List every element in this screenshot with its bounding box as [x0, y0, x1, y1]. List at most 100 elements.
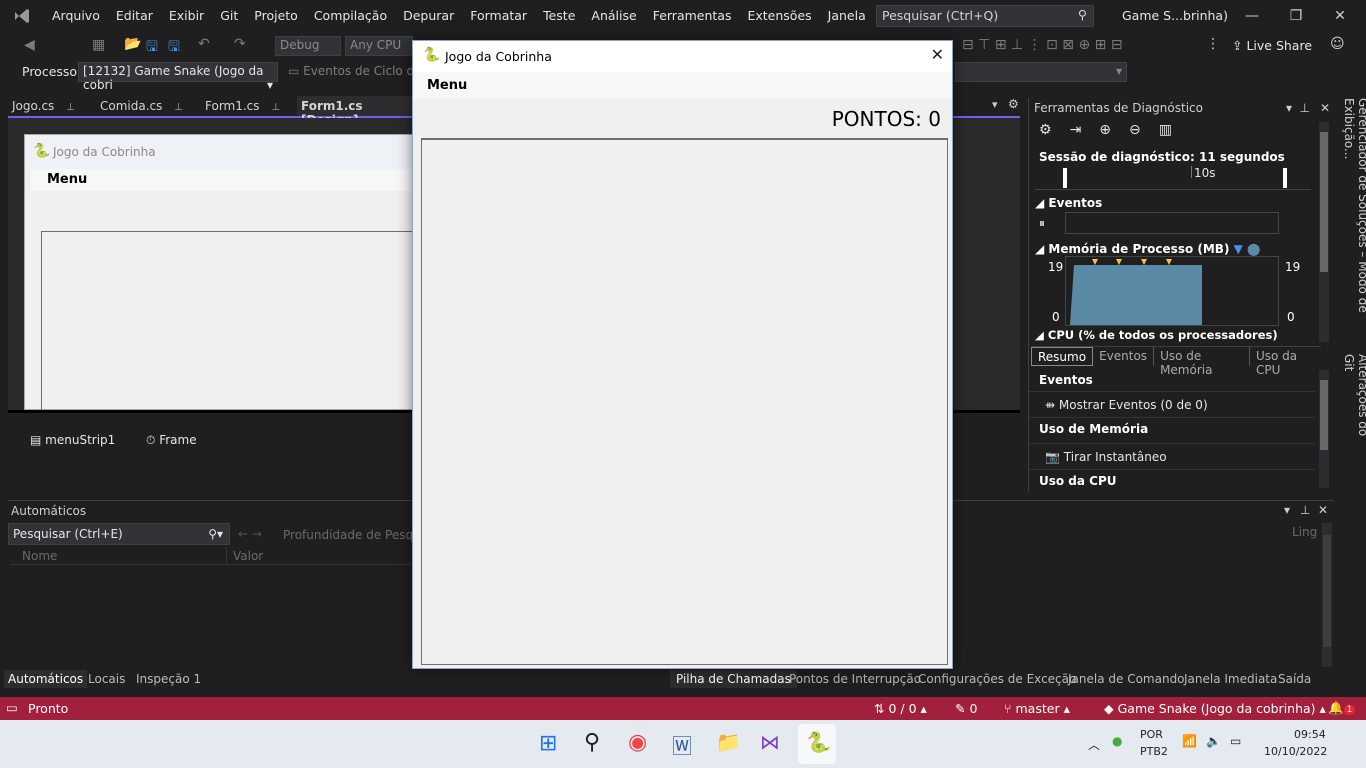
column-nome[interactable]: Nome: [22, 549, 57, 563]
visual-studio-icon[interactable]: ⋈: [760, 730, 780, 754]
menu-exibir[interactable]: Exibir: [161, 0, 212, 32]
timeline-start-handle[interactable]: [1063, 168, 1067, 188]
wifi-icon[interactable]: 📶: [1182, 734, 1197, 748]
game-close-button[interactable]: ✕: [931, 45, 944, 64]
tab-pontos-interrupcao[interactable]: Pontos de Interrupção: [789, 672, 921, 686]
menu-editar[interactable]: Editar: [108, 0, 161, 32]
menustrip-component[interactable]: ▤ menuStrip1: [30, 433, 115, 447]
zoom-in-icon[interactable]: ⊕: [1099, 122, 1129, 138]
tab-automaticos[interactable]: Automáticos: [4, 670, 88, 688]
game-titlebar[interactable]: 🐍 Jogo da Cobrinha ✕: [413, 41, 952, 72]
menu-compilacao[interactable]: Compilação: [306, 0, 395, 32]
timeline-end-handle[interactable]: [1283, 168, 1287, 188]
branch-button[interactable]: ⑂ master ▴: [1004, 701, 1070, 716]
pin-icon[interactable]: ⊥: [1300, 503, 1310, 517]
diag-scrollbar[interactable]: [1319, 122, 1329, 342]
file-explorer-icon[interactable]: 📁: [716, 730, 741, 754]
lifecycle-events-button[interactable]: ▭ Eventos de Ciclo de: [288, 64, 422, 78]
feedback-icon[interactable]: ☺: [1330, 36, 1345, 52]
word-icon[interactable]: 🅆: [672, 730, 692, 759]
tab-comida-cs[interactable]: Comida.cs ⊥: [96, 96, 200, 116]
solution-platform-select[interactable]: Any CPU: [345, 36, 413, 56]
chrome-icon[interactable]: ◉: [628, 730, 647, 755]
tab-config-excecao[interactable]: Configurações de Exceção: [918, 672, 1076, 686]
menu-formatar[interactable]: Formatar: [462, 0, 535, 32]
tab-janela-imediata[interactable]: Janela Imediata: [1184, 672, 1277, 686]
solution-explorer-side-tab[interactable]: Gerenciador de Soluções – Modo de Exibiç…: [1342, 98, 1366, 344]
chevron-down-icon[interactable]: ▾: [1284, 503, 1290, 517]
maximize-button[interactable]: ❐: [1276, 4, 1316, 28]
menu-teste[interactable]: Teste: [535, 0, 583, 32]
menu-depurar[interactable]: Depurar: [395, 0, 462, 32]
pending-edits-button[interactable]: ✎ 0: [955, 701, 977, 716]
thread-select[interactable]: ▾: [955, 62, 1127, 82]
designer-game-panel[interactable]: [41, 231, 425, 411]
tab-janela-comando[interactable]: Janela de Comando: [1068, 672, 1185, 686]
designer-menustrip[interactable]: Menu: [31, 169, 423, 191]
diag-scroll-thumb[interactable]: [1320, 132, 1328, 272]
solution-name[interactable]: Game S...brinha): [1122, 8, 1228, 23]
menu-analise[interactable]: Análise: [583, 0, 644, 32]
export-icon[interactable]: ⇥: [1070, 122, 1100, 138]
settings-gear-icon[interactable]: ⚙: [1008, 97, 1019, 111]
menu-ferramentas[interactable]: Ferramentas: [645, 0, 740, 32]
take-snapshot-link[interactable]: 📷 Tirar Instantâneo: [1029, 444, 1315, 470]
designer-form[interactable]: 🐍 Jogo da Cobrinha Menu: [24, 134, 425, 411]
minimize-button[interactable]: —: [1232, 4, 1272, 28]
notifications-button[interactable]: 🔔 1: [1328, 700, 1356, 716]
tray-app-icon[interactable]: ●: [1112, 734, 1122, 748]
menu-git[interactable]: Git: [212, 0, 246, 32]
live-share-button[interactable]: ⇪ Live Share: [1232, 38, 1312, 53]
battery-icon[interactable]: ▭: [1230, 734, 1241, 748]
global-search-input[interactable]: Pesquisar (Ctrl+Q) ⚲: [876, 5, 1094, 27]
zoom-out-icon[interactable]: ⊖: [1129, 122, 1159, 138]
autos-scroll-thumb[interactable]: [1323, 535, 1331, 647]
close-icon[interactable]: ✕: [1320, 101, 1330, 115]
search-icon[interactable]: ⚲: [584, 730, 600, 755]
expand-icon[interactable]: ◢: [1035, 328, 1044, 342]
settings-icon[interactable]: ⚙: [1039, 122, 1070, 138]
chevron-down-icon[interactable]: ▾: [1286, 101, 1292, 115]
save-icon[interactable]: 🖫: [146, 36, 158, 60]
clock-time[interactable]: 09:54: [1294, 728, 1326, 741]
memory-chart[interactable]: 19 0 19 0: [1029, 256, 1336, 328]
input-language[interactable]: POR: [1140, 728, 1163, 741]
reset-zoom-icon[interactable]: ▥: [1159, 122, 1190, 138]
pin-icon[interactable]: ⊥: [1300, 101, 1310, 115]
autos-search-input[interactable]: Pesquisar (Ctrl+E) ⚲▾: [8, 523, 230, 545]
new-project-icon[interactable]: ▦: [92, 37, 105, 53]
align-icon[interactable]: ⊟ ⊤ ⊞ ⊥ ⋮ ⊡ ⊠ ⊕ ⊞ ⊟: [962, 37, 1123, 53]
redo-icon[interactable]: ↷: [234, 36, 246, 52]
start-icon[interactable]: ⊞: [539, 731, 557, 756]
tab-inspecao[interactable]: Inspeção 1: [136, 672, 201, 686]
expand-icon[interactable]: ◢: [1035, 196, 1044, 210]
tab-pilha-chamadas[interactable]: Pilha de Chamadas: [670, 670, 797, 688]
tab-resumo[interactable]: Resumo: [1031, 347, 1094, 366]
tab-uso-memoria[interactable]: Uso de Memória: [1154, 347, 1250, 377]
overflow-icon[interactable]: ⋮: [1206, 36, 1220, 52]
game-board[interactable]: [421, 138, 948, 665]
menu-janela[interactable]: Janela: [820, 0, 874, 32]
tab-form1-cs[interactable]: Form1.cs ⊥: [201, 96, 297, 116]
git-changes-button[interactable]: ⇅ 0 / 0 ▴: [874, 701, 927, 716]
autos-scrollbar[interactable]: [1322, 523, 1332, 667]
pause-icon[interactable]: ⏸: [1039, 216, 1045, 231]
tab-form1-design[interactable]: Form1.cs [Design]: [297, 96, 417, 127]
solution-config-select[interactable]: Debug: [275, 36, 341, 56]
tab-locais[interactable]: Locais: [88, 672, 125, 686]
menu-projeto[interactable]: Projeto: [246, 0, 306, 32]
column-valor[interactable]: Valor: [226, 547, 269, 565]
chevron-up-icon[interactable]: ︿: [1088, 736, 1100, 753]
show-events-link[interactable]: ⇻ Mostrar Eventos (0 de 0): [1029, 392, 1315, 418]
process-select[interactable]: [12132] Game Snake (Jogo da cobri ▾: [78, 62, 278, 92]
git-changes-side-tab[interactable]: Alterações do Git: [1342, 354, 1366, 450]
summary-scroll-thumb[interactable]: [1320, 380, 1328, 450]
pin-icon[interactable]: ⊥: [66, 102, 75, 113]
menu-arquivo[interactable]: Arquivo: [44, 0, 108, 32]
tab-list-chevron-icon[interactable]: ▾: [992, 98, 998, 111]
tab-eventos[interactable]: Eventos: [1093, 347, 1155, 366]
pin-icon[interactable]: ⊥: [174, 102, 183, 113]
save-all-icon[interactable]: 🖫: [168, 36, 180, 60]
summary-scrollbar[interactable]: [1319, 370, 1329, 488]
tab-jogo-cs[interactable]: Jogo.cs ⊥: [8, 96, 96, 116]
